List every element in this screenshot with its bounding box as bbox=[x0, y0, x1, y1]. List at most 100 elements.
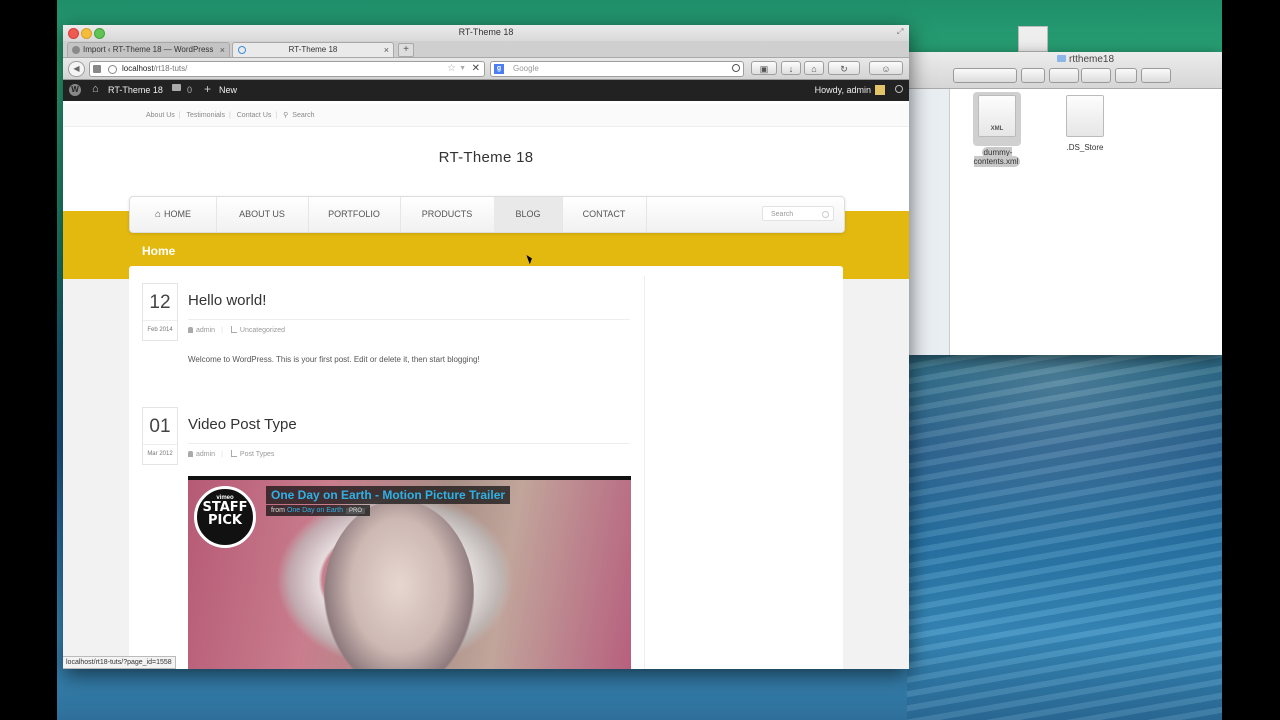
search-bar[interactable]: g Google bbox=[490, 61, 744, 77]
top-link-search[interactable]: Search bbox=[292, 112, 314, 119]
bookmarks-button[interactable]: ▣ bbox=[751, 61, 777, 75]
file-label: dummy-contents.xml bbox=[973, 147, 1021, 167]
file-dummy-contents[interactable]: XML dummy-contents.xml bbox=[962, 92, 1032, 167]
view-mode-buttons[interactable] bbox=[953, 68, 1017, 83]
finder-sidebar bbox=[909, 89, 950, 355]
post-date: 01 Mar 2012 bbox=[142, 407, 178, 465]
file-label: .DS_Store bbox=[1066, 143, 1104, 152]
wordpress-favicon-icon bbox=[72, 46, 80, 54]
url-path: /rt18-tuts/ bbox=[153, 64, 188, 73]
howdy-account-menu[interactable]: Howdy, admin bbox=[815, 85, 885, 95]
video-channel-link[interactable]: One Day on Earth bbox=[287, 507, 343, 514]
nav-search-input[interactable]: Search bbox=[762, 206, 834, 221]
stop-icon[interactable]: ✕ bbox=[472, 62, 480, 76]
content-area: 12 Feb 2014 Hello world! admin | Uncategor… bbox=[129, 266, 843, 669]
search-icon[interactable] bbox=[895, 85, 903, 93]
nav-blog[interactable]: BLOG bbox=[494, 197, 563, 232]
google-icon[interactable]: g bbox=[494, 64, 504, 74]
back-button[interactable]: ◀ bbox=[68, 61, 85, 77]
search-icon bbox=[822, 211, 829, 218]
staff-pick-badge: vimeo STAFF PICK bbox=[194, 486, 256, 548]
avatar bbox=[875, 85, 885, 95]
window-title: RT-Theme 18 bbox=[458, 27, 514, 37]
divider bbox=[188, 319, 630, 320]
globe-icon bbox=[108, 65, 117, 74]
comment-icon[interactable] bbox=[172, 84, 181, 91]
post-video: 01 Mar 2012 Video Post Type admin | Post T… bbox=[142, 407, 632, 669]
post-author[interactable]: admin bbox=[196, 451, 215, 458]
wp-admin-bar: W ⌂ RT-Theme 18 0 + New Howdy, admin bbox=[63, 80, 909, 101]
share-button[interactable] bbox=[1115, 68, 1137, 83]
top-link-about[interactable]: About Us bbox=[146, 112, 175, 119]
tags-button[interactable] bbox=[1141, 68, 1171, 83]
plus-icon[interactable]: + bbox=[204, 82, 211, 96]
page-heading: Home bbox=[142, 244, 176, 258]
post-excerpt: Welcome to WordPress. This is your first… bbox=[188, 355, 480, 364]
user-icon bbox=[188, 327, 193, 333]
url-host: localhost bbox=[122, 64, 154, 73]
close-tab-icon[interactable]: × bbox=[384, 43, 389, 57]
home-icon[interactable]: ⌂ bbox=[92, 83, 99, 95]
pro-badge: PRO bbox=[345, 508, 365, 514]
top-sites-icon[interactable] bbox=[93, 65, 101, 73]
post-author[interactable]: admin bbox=[196, 327, 215, 334]
browser-toolbar: ◀ localhost/rt18-tuts/ ☆ ▼ ✕ g Google ▣ … bbox=[63, 58, 909, 80]
search-placeholder: Google bbox=[513, 64, 539, 73]
new-tab-button[interactable]: + bbox=[398, 43, 414, 57]
user-icon bbox=[188, 451, 193, 457]
tab-rt-theme[interactable]: RT-Theme 18 × bbox=[232, 42, 394, 57]
divider bbox=[188, 443, 630, 444]
top-link-testimonials[interactable]: Testimonials bbox=[186, 112, 225, 119]
post-date: 12 Feb 2014 bbox=[142, 283, 178, 341]
folder-icon bbox=[1057, 55, 1066, 62]
main-navigation: ⌂ HOME ABOUT US PORTFOLIO PRODUCTS BLOG C… bbox=[129, 196, 845, 233]
fullscreen-icon[interactable]: ⤢ bbox=[897, 28, 905, 36]
post-title[interactable]: Video Post Type bbox=[188, 416, 297, 433]
desktop-document-icon[interactable] bbox=[1018, 26, 1048, 52]
finder-title: rttheme18 bbox=[1057, 54, 1114, 65]
arrange-button[interactable] bbox=[1021, 68, 1045, 83]
sync-button[interactable]: ↻ bbox=[828, 61, 860, 75]
wordpress-logo-icon[interactable]: W bbox=[69, 84, 81, 96]
status-bar: localhost/rt18-tuts/?page_id=1558 bbox=[63, 656, 176, 669]
post-category[interactable]: Post Types bbox=[240, 451, 275, 458]
post-meta: admin | Uncategorized bbox=[188, 326, 285, 334]
video-title[interactable]: One Day on Earth - Motion Picture Traile… bbox=[266, 486, 511, 504]
page-viewport: About Us | Testimonials | Contact Us | ⚲ Sea… bbox=[63, 104, 909, 669]
home-button[interactable]: ⌂ bbox=[804, 61, 824, 75]
post-meta: admin | Post Types bbox=[188, 450, 274, 458]
close-tab-icon[interactable]: × bbox=[220, 43, 225, 57]
nav-products[interactable]: PRODUCTS bbox=[400, 197, 495, 232]
letterbox-left bbox=[0, 0, 57, 720]
post-category[interactable]: Uncategorized bbox=[240, 327, 285, 334]
file-ds-store[interactable]: .DS_Store bbox=[1050, 95, 1120, 152]
nav-contact[interactable]: CONTACT bbox=[562, 197, 647, 232]
nav-portfolio[interactable]: PORTFOLIO bbox=[308, 197, 401, 232]
post-hello-world: 12 Feb 2014 Hello world! admin | Uncategor… bbox=[142, 283, 632, 383]
tab-import[interactable]: Import ‹ RT-Theme 18 — WordPress × bbox=[67, 42, 230, 57]
post-title[interactable]: Hello world! bbox=[188, 292, 266, 309]
finder-window: rttheme18 XML dummy-contents.xml .DS_Sto… bbox=[909, 52, 1222, 355]
bookmark-star-icon[interactable]: ☆ bbox=[447, 62, 456, 76]
action-button[interactable] bbox=[1049, 68, 1079, 83]
top-link-contact[interactable]: Contact Us bbox=[237, 112, 272, 119]
search-icon[interactable] bbox=[732, 64, 740, 72]
video-embed[interactable]: vimeo STAFF PICK One Day on Earth - Moti… bbox=[188, 476, 631, 669]
search-icon[interactable]: ⚲ bbox=[283, 112, 288, 119]
downloads-button[interactable]: ↓ bbox=[781, 61, 801, 75]
addon-button[interactable]: ☺ bbox=[869, 61, 903, 75]
admin-site-name[interactable]: RT-Theme 18 bbox=[108, 85, 163, 95]
nav-about-us[interactable]: ABOUT US bbox=[216, 197, 309, 232]
browser-window: RT-Theme 18 ⤢ Import ‹ RT-Theme 18 — Wor… bbox=[63, 25, 909, 669]
nav-home[interactable]: ⌂ HOME bbox=[130, 197, 217, 232]
url-bar[interactable]: localhost/rt18-tuts/ ☆ ▼ ✕ bbox=[89, 61, 485, 77]
video-byline: from One Day on Earth PRO bbox=[266, 505, 370, 516]
letterbox-right bbox=[1222, 0, 1280, 720]
sidebar-divider bbox=[644, 276, 645, 669]
new-content-link[interactable]: New bbox=[219, 85, 237, 95]
site-title[interactable]: RT-Theme 18 bbox=[63, 149, 909, 166]
comment-count[interactable]: 0 bbox=[187, 85, 192, 95]
dropbox-button[interactable] bbox=[1081, 68, 1111, 83]
chevron-down-icon[interactable]: ▼ bbox=[459, 62, 466, 76]
wave-pattern bbox=[907, 350, 1227, 720]
